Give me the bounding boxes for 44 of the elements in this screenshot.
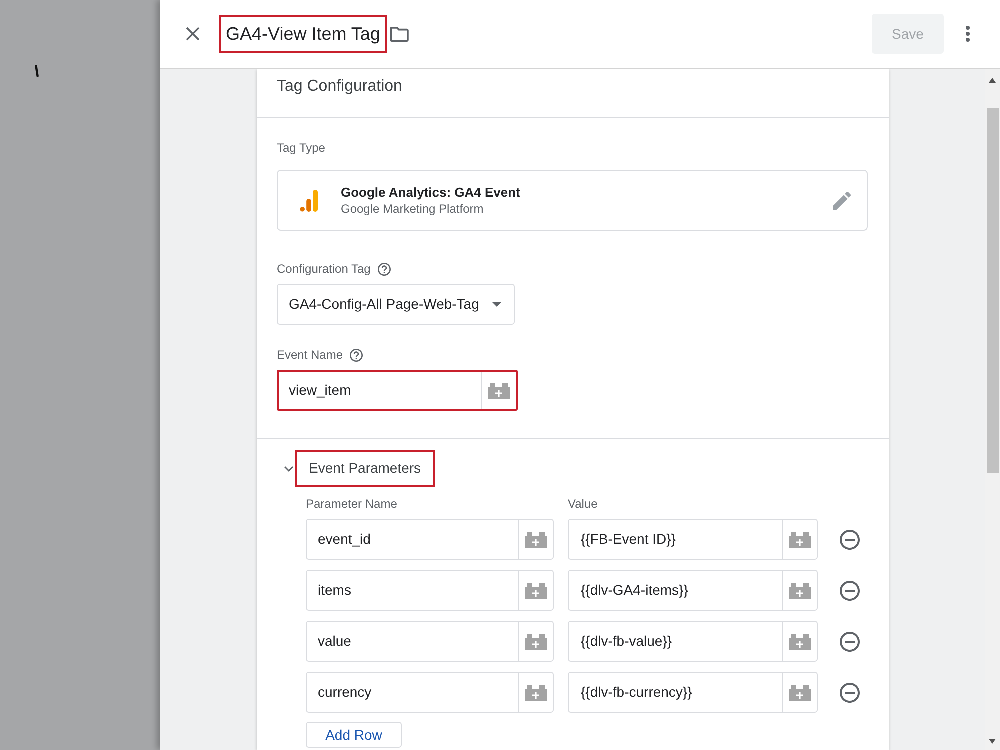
dash-mark-icon (35, 65, 39, 77)
parameter-value-field[interactable]: {{dlv-GA4-items}} (568, 570, 818, 611)
brick-plus-icon (525, 582, 547, 598)
bar-chart-icon (300, 190, 318, 212)
parameter-value-field[interactable]: {{dlv-fb-currency}} (568, 672, 818, 713)
more-options-icon[interactable] (966, 26, 970, 42)
configuration-tag-dropdown[interactable]: GA4-Config-All Page-Web-Tag (277, 284, 515, 325)
brick-plus-icon (789, 582, 811, 598)
tag-type-card[interactable]: Google Analytics: GA4 Event Google Marketing Platform (277, 170, 868, 231)
scroll-up-arrow-icon[interactable] (989, 78, 996, 83)
scrollbar-thumb[interactable] (986, 108, 998, 473)
parameter-name-field[interactable]: value (306, 621, 554, 662)
field-label: Configuration Tag (277, 262, 371, 276)
tag-type-vendor: Google Marketing Platform (341, 201, 484, 217)
folder-icon[interactable] (390, 26, 410, 42)
help-icon[interactable] (350, 348, 364, 362)
event-name-field[interactable]: view_item (277, 370, 518, 411)
parameter-value-field[interactable]: {{dlv-fb-value}} (568, 621, 818, 662)
brick-plus-icon (525, 684, 547, 700)
brick-plus-icon (789, 684, 811, 700)
close-icon[interactable] (186, 27, 200, 41)
event-parameters-toggle[interactable]: Event Parameters (295, 450, 436, 487)
add-row-button[interactable]: Add Row (306, 722, 402, 748)
parameter-value-field[interactable]: {{FB-Event ID}} (568, 519, 818, 560)
parameter-name-field[interactable]: items (306, 570, 554, 611)
field-label: Tag Type (277, 141, 326, 155)
field-label: Event Name (277, 348, 344, 362)
section-title: Tag Configuration (277, 77, 402, 97)
brick-plus-icon (789, 634, 811, 650)
brick-plus-icon (789, 532, 811, 548)
tag-title[interactable]: GA4-View Item Tag (219, 15, 388, 53)
help-icon[interactable] (378, 262, 391, 276)
parameter-name-field[interactable]: currency (306, 672, 554, 713)
parameter-name-field[interactable]: event_id (306, 519, 554, 560)
tag-type-name: Google Analytics: GA4 Event (341, 184, 520, 201)
brick-plus-icon (525, 634, 547, 650)
brick-plus-icon (488, 382, 510, 398)
caret-icon (492, 302, 502, 307)
scroll-down-arrow-icon[interactable] (989, 739, 996, 744)
column-header: Parameter Name (306, 497, 398, 511)
pencil-icon[interactable] (833, 192, 851, 210)
column-header: Value (568, 497, 598, 511)
chevron-down-icon[interactable] (284, 466, 294, 472)
brick-plus-icon (525, 532, 547, 548)
